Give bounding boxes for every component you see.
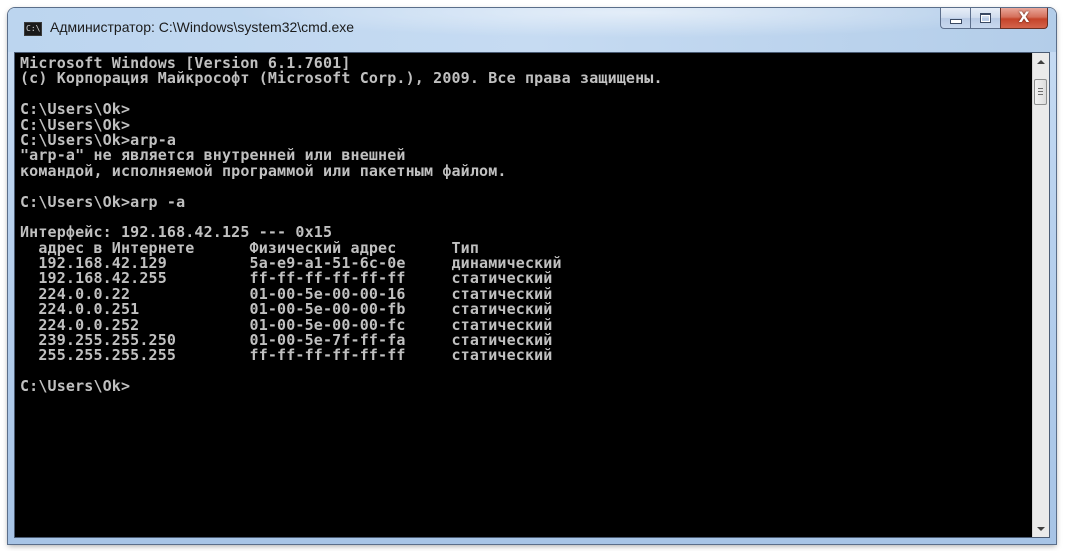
- minimize-icon: [949, 18, 962, 24]
- console-line: 255.255.255.255 ff-ff-ff-ff-ff-ff статич…: [20, 346, 553, 365]
- grip-line: [1038, 94, 1043, 95]
- vertical-scrollbar[interactable]: [1032, 53, 1049, 537]
- console-line: C:\Users\Ok>: [20, 100, 131, 119]
- minimize-button[interactable]: [940, 8, 970, 29]
- cmd-icon[interactable]: C:\: [24, 22, 42, 36]
- console-line: C:\Users\Ok>arp -a: [20, 192, 186, 211]
- scroll-thumb[interactable]: [1034, 79, 1047, 105]
- console-line: C:\Users\Ok>: [20, 377, 131, 396]
- console-line: командой, исполняемой программой или пак…: [20, 161, 507, 180]
- cmd-icon-text: C:\: [26, 24, 41, 33]
- grip-line: [1038, 91, 1043, 92]
- title-bar[interactable]: C:\ Администратор: C:\Windows\system32\c…: [8, 8, 1056, 52]
- cmd-window: C:\ Администратор: C:\Windows\system32\c…: [8, 8, 1056, 544]
- scroll-down-button[interactable]: [1033, 520, 1049, 537]
- window-title: Администратор: C:\Windows\system32\cmd.e…: [50, 19, 355, 35]
- arrow-up-icon: [1037, 59, 1045, 64]
- caption-buttons: X: [940, 8, 1048, 30]
- grip-line: [1038, 88, 1043, 89]
- console-line: (c) Корпорация Майкрософт (Microsoft Cor…: [20, 69, 663, 88]
- scroll-up-button[interactable]: [1033, 53, 1049, 70]
- maximize-button[interactable]: [970, 8, 1000, 29]
- close-icon: X: [1018, 10, 1030, 26]
- close-button[interactable]: X: [1000, 8, 1048, 29]
- arrow-down-icon: [1037, 526, 1045, 531]
- console-output[interactable]: Microsoft Windows [Version 6.1.7601] (c) …: [20, 56, 1030, 534]
- console-area[interactable]: Microsoft Windows [Version 6.1.7601] (c) …: [14, 52, 1050, 538]
- maximize-icon: [980, 13, 991, 23]
